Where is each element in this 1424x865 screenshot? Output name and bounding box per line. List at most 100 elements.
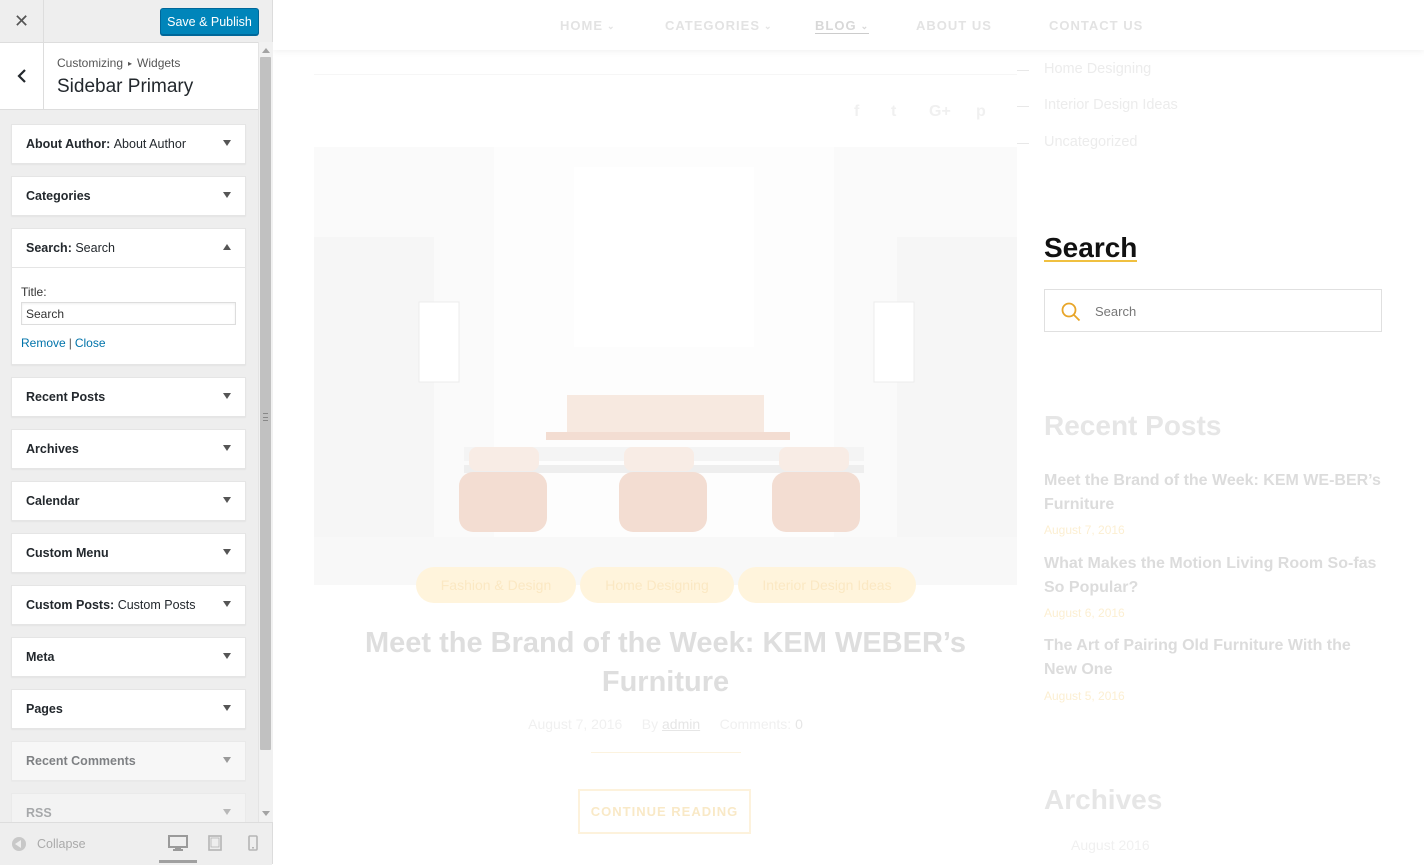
expand-arrow-icon[interactable] — [223, 497, 231, 503]
collapse-arrow-icon[interactable] — [223, 244, 231, 250]
expand-arrow-icon[interactable] — [223, 140, 231, 146]
google-plus-icon[interactable]: G+ — [929, 103, 951, 121]
widget-header[interactable]: RSS — [12, 794, 245, 822]
expand-arrow-icon[interactable] — [223, 809, 231, 815]
widget-archives[interactable]: Archives — [11, 429, 246, 469]
nav-blog-label: BLOG — [815, 18, 857, 33]
widget-header[interactable]: Archives — [12, 430, 245, 468]
tablet-preview-icon[interactable] — [208, 835, 222, 856]
mobile-preview-icon[interactable] — [248, 835, 258, 856]
recent-post-link[interactable]: Meet the Brand of the Week: KEM WE-BER’s… — [1044, 469, 1384, 517]
widget-recent-posts[interactable]: Recent Posts — [11, 377, 246, 417]
expand-arrow-icon[interactable] — [223, 601, 231, 607]
category-link[interactable]: Uncategorized — [1017, 134, 1138, 150]
comments-count[interactable]: 0 — [795, 716, 803, 732]
remove-link[interactable]: Remove — [21, 336, 66, 350]
nav-categories[interactable]: CATEGORIES ⌄ — [665, 18, 773, 33]
pinterest-icon[interactable]: p — [976, 103, 986, 121]
search-placeholder: Search — [1095, 304, 1137, 319]
widget-header[interactable]: Custom Menu — [12, 534, 245, 572]
panel-scrollbar[interactable] — [258, 42, 273, 822]
close-link[interactable]: Close — [75, 336, 106, 350]
customizer-panel: ✕ Save & Publish Customizing ▸ Widgets Sid… — [0, 0, 273, 865]
expand-arrow-icon[interactable] — [223, 653, 231, 659]
continue-reading-button[interactable]: CONTINUE READING — [578, 789, 751, 834]
expand-arrow-icon[interactable] — [223, 192, 231, 198]
nav-contact-us[interactable]: CONTACT US — [1049, 18, 1143, 33]
nav-blog[interactable]: BLOG ⌄ — [815, 18, 870, 34]
recent-post-link[interactable]: What Makes the Motion Living Room So-fas… — [1044, 552, 1384, 600]
post-author[interactable]: admin — [662, 716, 700, 732]
widget-header[interactable]: Meta — [12, 638, 245, 676]
twitter-icon[interactable]: t — [891, 103, 896, 121]
expand-arrow-icon[interactable] — [223, 705, 231, 711]
divider — [591, 752, 741, 753]
post-featured-image[interactable] — [314, 147, 1017, 585]
section-header: Customizing ▸ Widgets Sidebar Primary — [0, 43, 258, 110]
widget-calendar[interactable]: Calendar — [11, 481, 246, 521]
archive-link[interactable]: August 2016 — [1071, 837, 1150, 853]
link-separator: | — [68, 336, 72, 350]
expand-arrow-icon[interactable] — [223, 445, 231, 451]
widget-subtitle: Custom Posts — [117, 598, 196, 612]
close-customizer-button[interactable]: ✕ — [0, 0, 44, 42]
breadcrumb-customizing: Customizing — [57, 56, 124, 70]
widget-subtitle: Search — [75, 241, 115, 255]
desktop-preview-icon[interactable] — [159, 835, 197, 863]
widget-rss[interactable]: RSS — [11, 793, 246, 822]
save-publish-button[interactable]: Save & Publish — [160, 8, 259, 35]
scroll-up-icon[interactable] — [262, 48, 270, 53]
widget-actions: Remove | Close — [21, 336, 236, 350]
recent-post-date: August 5, 2016 — [1044, 689, 1125, 703]
facebook-icon[interactable]: f — [854, 103, 859, 121]
site-preview: HOME ⌄ CATEGORIES ⌄ BLOG ⌄ ABOUT US CONTACT… — [273, 0, 1424, 864]
widget-recent-comments[interactable]: Recent Comments — [11, 741, 246, 781]
expand-arrow-icon[interactable] — [223, 549, 231, 555]
category-pill[interactable]: Fashion & Design — [416, 567, 576, 603]
widget-meta[interactable]: Meta — [11, 637, 246, 677]
nav-home[interactable]: HOME ⌄ — [560, 18, 616, 33]
breadcrumb: Customizing ▸ Widgets — [57, 56, 180, 70]
scroll-down-icon[interactable] — [262, 811, 270, 816]
site-navigation: HOME ⌄ CATEGORIES ⌄ BLOG ⌄ ABOUT US CONTACT… — [273, 0, 1424, 50]
expand-arrow-icon[interactable] — [223, 757, 231, 763]
widget-header[interactable]: About Author: About Author — [12, 125, 245, 163]
widget-pages[interactable]: Pages — [11, 689, 246, 729]
breadcrumb-widgets: Widgets — [137, 56, 181, 70]
nav-categories-label: CATEGORIES — [665, 18, 760, 33]
widget-header[interactable]: Pages — [12, 690, 245, 728]
widget-header[interactable]: Search: Search — [12, 229, 245, 267]
widget-header[interactable]: Categories — [12, 177, 245, 215]
nav-home-label: HOME — [560, 18, 603, 33]
widget-custom-menu[interactable]: Custom Menu — [11, 533, 246, 573]
widget-custom-posts[interactable]: Custom Posts: Custom Posts — [11, 585, 246, 625]
category-link[interactable]: Interior Design Ideas — [1017, 97, 1178, 113]
widget-categories[interactable]: Categories — [11, 176, 246, 216]
widget-header[interactable]: Custom Posts: Custom Posts — [12, 586, 245, 624]
category-link[interactable]: Home Designing — [1016, 61, 1151, 77]
category-pill[interactable]: Interior Design Ideas — [738, 567, 916, 603]
widget-name: Archives — [26, 442, 79, 456]
widget-header[interactable]: Calendar — [12, 482, 245, 520]
title-input[interactable] — [21, 302, 236, 325]
post-title[interactable]: Meet the Brand of the Week: KEM WEBER’s … — [334, 624, 997, 702]
scrollbar-thumb[interactable] — [260, 57, 271, 750]
widget-header[interactable]: Recent Comments — [12, 742, 245, 780]
recent-post-date: August 6, 2016 — [1044, 606, 1125, 620]
widget-name: Recent Posts — [26, 390, 106, 404]
title-label: Title: — [21, 285, 47, 299]
chevron-down-icon: ⌄ — [764, 21, 773, 31]
widget-search[interactable]: Search: Search Title: Remove|Close — [11, 228, 246, 365]
category-pill[interactable]: Home Designing — [580, 567, 734, 603]
nav-about-label: ABOUT US — [916, 18, 992, 33]
expand-arrow-icon[interactable] — [223, 393, 231, 399]
widget-name: Custom Menu — [26, 546, 109, 560]
widget-header[interactable]: Recent Posts — [12, 378, 245, 416]
comments-label: Comments: — [719, 716, 792, 732]
recent-post-link[interactable]: The Art of Pairing Old Furniture With th… — [1044, 634, 1384, 682]
nav-about-us[interactable]: ABOUT US — [916, 18, 992, 33]
collapse-button[interactable]: Collapse — [12, 837, 86, 851]
widget-about-author[interactable]: About Author: About Author — [11, 124, 246, 164]
back-button[interactable] — [0, 43, 44, 109]
search-input[interactable]: Search — [1044, 289, 1382, 332]
